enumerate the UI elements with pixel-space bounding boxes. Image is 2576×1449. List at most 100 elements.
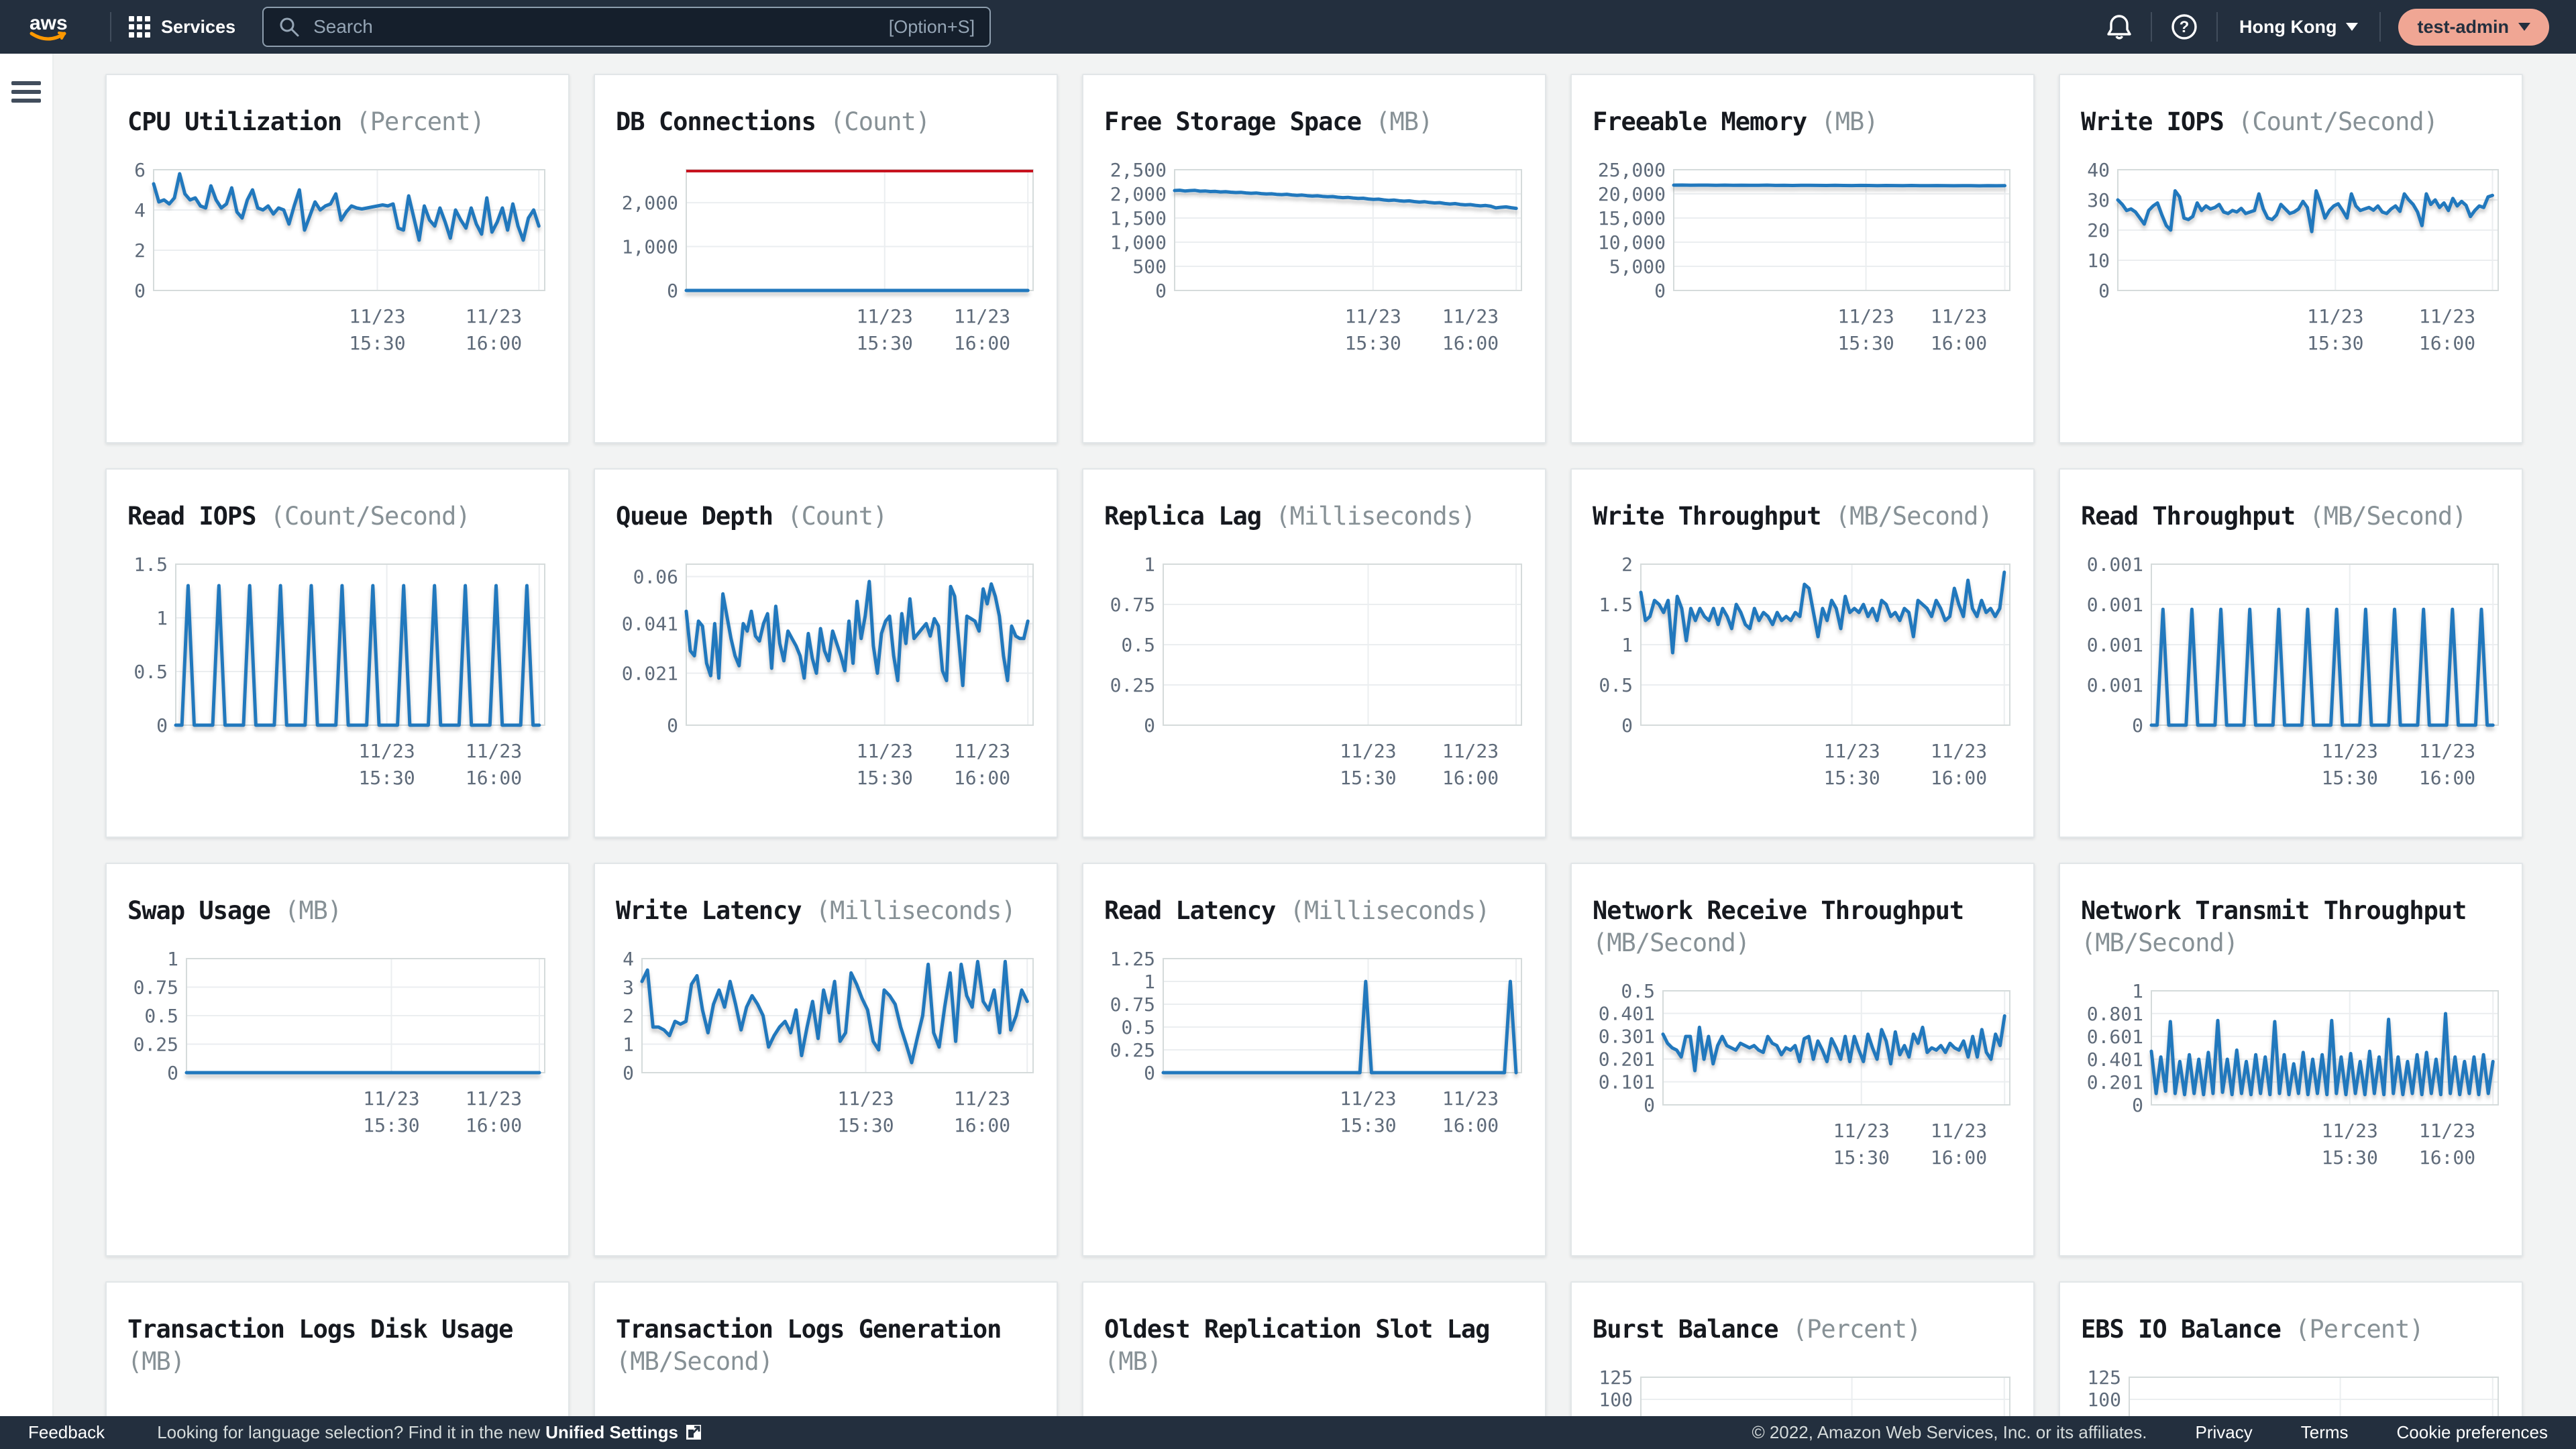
metric-card[interactable]: Read IOPS (Count/Second)1.510.5011/2315:…	[105, 468, 570, 838]
terms-link[interactable]: Terms	[2301, 1422, 2349, 1443]
metric-card[interactable]: Network Transmit Throughput (MB/Second) 1…	[2059, 863, 2523, 1256]
metric-chart: 0.0010.0010.0010.001011/2315:3011/2316:0…	[2081, 562, 2501, 798]
navbar-divider	[2379, 12, 2381, 42]
svg-text:0.5: 0.5	[1121, 1016, 1155, 1038]
metric-title: Network Transmit Throughput (MB/Second)	[2081, 895, 2501, 959]
svg-text:1.5: 1.5	[133, 553, 168, 576]
metric-card[interactable]: Replica Lag (Milliseconds)10.750.50.2501…	[1082, 468, 1546, 838]
svg-text:15:30: 15:30	[1833, 1146, 1890, 1169]
svg-text:1: 1	[156, 607, 168, 629]
svg-text:16:00: 16:00	[954, 1114, 1010, 1136]
svg-text:0.001: 0.001	[2087, 553, 2143, 576]
svg-text:11/23: 11/23	[1340, 740, 1396, 762]
svg-text:20: 20	[2087, 219, 2110, 241]
svg-text:15:30: 15:30	[358, 767, 415, 789]
svg-text:15:30: 15:30	[837, 1114, 894, 1136]
svg-text:0.25: 0.25	[1110, 1039, 1155, 1061]
metric-card[interactable]: Network Receive Throughput (MB/Second)0.…	[1570, 863, 2035, 1256]
svg-text:11/23: 11/23	[1931, 305, 1987, 327]
aws-logo[interactable]: aws	[27, 11, 75, 43]
metric-card[interactable]: Write IOPS (Count/Second)40302010011/231…	[2059, 74, 2523, 443]
svg-text:11/23: 11/23	[2419, 305, 2475, 327]
search-input[interactable]	[312, 15, 889, 38]
privacy-link[interactable]: Privacy	[2196, 1422, 2253, 1443]
svg-text:1,000: 1,000	[622, 236, 678, 258]
svg-text:11/23: 11/23	[954, 1087, 1010, 1110]
search-box[interactable]: [Option+S]	[262, 7, 991, 47]
metric-card[interactable]: Free Storage Space (MB)2,5002,0001,5001,…	[1082, 74, 1546, 443]
feedback-link[interactable]: Feedback	[28, 1422, 105, 1443]
svg-text:0.5: 0.5	[133, 661, 168, 683]
metric-card[interactable]: Write Throughput (MB/Second)21.510.5011/…	[1570, 468, 2035, 838]
svg-text:16:00: 16:00	[954, 332, 1010, 354]
metric-card[interactable]: Swap Usage (MB)10.750.50.25011/2315:3011…	[105, 863, 570, 1256]
left-sidebar	[0, 54, 54, 1449]
svg-text:0: 0	[667, 280, 678, 302]
region-selector[interactable]: Hong Kong	[2235, 16, 2362, 38]
region-label: Hong Kong	[2239, 17, 2337, 38]
cookie-preferences-link[interactable]: Cookie preferences	[2397, 1422, 2548, 1443]
metric-title: Transaction Logs Generation (MB/Second)	[616, 1313, 1036, 1378]
svg-text:15:30: 15:30	[857, 767, 913, 789]
svg-text:0: 0	[134, 280, 146, 302]
metric-card[interactable]: Queue Depth (Count)0.060.0410.021011/231…	[594, 468, 1058, 838]
metric-card[interactable]: Freeable Memory (MB)25,00020,00015,00010…	[1570, 74, 2035, 443]
metric-chart: 1.2510.750.50.25011/2315:3011/2316:00	[1104, 957, 1524, 1146]
svg-text:0: 0	[1621, 714, 1633, 737]
svg-text:0.001: 0.001	[2087, 674, 2143, 696]
svg-text:11/23: 11/23	[1837, 305, 1894, 327]
metric-card[interactable]: Read Throughput (MB/Second)0.0010.0010.0…	[2059, 468, 2523, 838]
svg-text:0: 0	[1644, 1094, 1655, 1116]
svg-text:15:30: 15:30	[2322, 1146, 2378, 1169]
svg-text:0.5: 0.5	[144, 1005, 178, 1027]
svg-text:11/23: 11/23	[466, 1087, 522, 1110]
svg-text:15:30: 15:30	[1340, 767, 1396, 789]
svg-text:0.041: 0.041	[622, 613, 678, 635]
help-button[interactable]: ?	[2169, 12, 2199, 42]
metric-chart: 0.50.4010.3010.2010.101011/2315:3011/231…	[1593, 989, 2012, 1178]
svg-text:125: 125	[1599, 1366, 1633, 1389]
svg-text:0.201: 0.201	[1599, 1049, 1655, 1071]
external-link-icon	[685, 1424, 702, 1441]
top-navbar: aws Services [Option+S] ?	[0, 0, 2576, 54]
svg-text:0: 0	[1155, 280, 1167, 302]
svg-text:0.75: 0.75	[1110, 994, 1155, 1016]
svg-text:1: 1	[1144, 553, 1155, 576]
services-grid-icon	[129, 16, 150, 38]
svg-text:15:30: 15:30	[363, 1114, 419, 1136]
svg-text:16:00: 16:00	[2419, 1146, 2475, 1169]
notifications-button[interactable]	[2105, 12, 2133, 42]
metric-chart: 0.060.0410.021011/2315:3011/2316:00	[616, 562, 1036, 798]
svg-text:15:30: 15:30	[2322, 767, 2378, 789]
svg-text:0: 0	[156, 714, 168, 737]
svg-text:1,000: 1,000	[1110, 231, 1167, 254]
metric-card[interactable]: Write Latency (Milliseconds)4321011/2315…	[594, 863, 1058, 1256]
caret-down-icon	[2518, 23, 2530, 31]
menu-toggle-button[interactable]	[7, 72, 45, 111]
unified-settings-link[interactable]: Unified Settings	[545, 1422, 678, 1442]
svg-text:0: 0	[167, 1062, 178, 1084]
metric-card[interactable]: DB Connections (Count)2,0001,000011/2315…	[594, 74, 1058, 443]
svg-text:6: 6	[134, 159, 146, 181]
metric-title: Freeable Memory (MB)	[1593, 106, 2012, 138]
navbar-divider	[2216, 12, 2218, 42]
metric-title: EBS IO Balance (Percent)	[2081, 1313, 2501, 1346]
svg-text:1.25: 1.25	[1110, 948, 1155, 970]
metric-card[interactable]: Read Latency (Milliseconds)1.2510.750.50…	[1082, 863, 1546, 1256]
svg-text:?: ?	[2180, 18, 2190, 36]
svg-text:100: 100	[1599, 1389, 1633, 1411]
svg-text:100: 100	[2087, 1389, 2121, 1411]
svg-text:aws: aws	[30, 12, 68, 34]
svg-text:15:30: 15:30	[1823, 767, 1880, 789]
svg-text:16:00: 16:00	[1442, 767, 1499, 789]
services-button[interactable]: Services	[129, 16, 235, 38]
svg-text:0.25: 0.25	[1110, 674, 1155, 696]
svg-text:11/23: 11/23	[2322, 1120, 2378, 1142]
metric-title: Write Throughput (MB/Second)	[1593, 500, 2012, 533]
svg-text:10: 10	[2087, 250, 2110, 272]
navbar-divider	[110, 12, 111, 42]
metric-card[interactable]: CPU Utilization (Percent)642011/2315:301…	[105, 74, 570, 443]
account-menu[interactable]: test-admin	[2398, 9, 2549, 46]
svg-text:16:00: 16:00	[1931, 1146, 1987, 1169]
svg-text:11/23: 11/23	[2419, 1120, 2475, 1142]
